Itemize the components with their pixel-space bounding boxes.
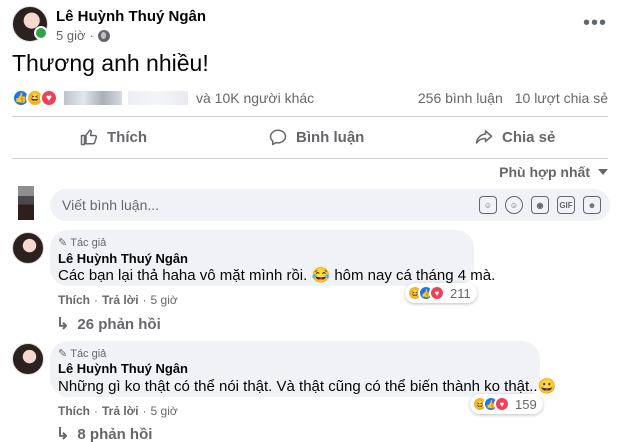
comment-text: Những gì ko thật có thể nói thật. Và thậ… xyxy=(58,378,557,395)
author-avatar[interactable] xyxy=(12,6,48,42)
comment-label: Bình luận xyxy=(296,128,365,146)
comment-input-placeholder: Viết bình luận... xyxy=(62,197,160,213)
more-options-button[interactable]: ••• xyxy=(583,12,607,35)
comment-input-tools: ☺ ☺ ◉ GIF ☻ xyxy=(479,196,601,214)
avatar-sticker-icon[interactable]: ☺ xyxy=(479,196,497,214)
post-meta: 5 giờ · xyxy=(56,28,110,43)
post-author-name[interactable]: Lê Huỳnh Thuý Ngân xyxy=(56,8,206,25)
comment-like-button[interactable]: Thích xyxy=(58,293,90,307)
blurred-name xyxy=(64,91,122,105)
post-text: Thương anh nhiều! xyxy=(12,50,209,76)
comment-button[interactable]: Bình luận xyxy=(268,124,364,150)
view-replies-button[interactable]: ↳ 26 phản hồi xyxy=(56,314,161,334)
comment-actions: Thích · Trả lời · 5 giờ xyxy=(58,404,178,418)
comment-time[interactable]: 5 giờ xyxy=(151,404,178,418)
love-reaction-icon: ♥ xyxy=(40,89,58,107)
camera-icon[interactable]: ◉ xyxy=(531,196,549,214)
comment-bubble-icon xyxy=(268,127,288,147)
comment-reply-button[interactable]: Trả lời xyxy=(102,404,139,418)
post-time[interactable]: 5 giờ xyxy=(56,28,86,43)
comments-count-link[interactable]: 256 bình luận xyxy=(418,90,503,106)
comment-reply-button[interactable]: Trả lời xyxy=(102,293,139,307)
emoji-icon[interactable]: ☺ xyxy=(505,196,523,214)
comment-text: Các bạn lại thả haha vô mặt mình rồi. 😂 … xyxy=(58,267,496,284)
comment-reactions[interactable]: 😆 👍 ♥ 159 xyxy=(470,394,543,414)
author-badge: ✎ Tác giả xyxy=(58,347,107,361)
gif-icon[interactable]: GIF xyxy=(557,196,575,214)
share-button[interactable]: Chia sẻ xyxy=(474,124,555,150)
globe-icon xyxy=(97,29,110,42)
replies-count: 8 phản hồi xyxy=(77,425,153,442)
comment-actions: Thích · Trả lời · 5 giờ xyxy=(58,293,178,307)
reply-arrow-icon: ↳ xyxy=(56,426,70,442)
divider xyxy=(12,116,608,117)
comment-author-avatar[interactable] xyxy=(12,343,44,375)
comment-sort-dropdown[interactable]: Phù hợp nhất xyxy=(499,164,608,180)
pencil-icon: ✎ xyxy=(58,237,68,249)
author-badge-label: Tác giả xyxy=(70,347,107,360)
reaction-summary[interactable]: 👍 😆 ♥ và 10K người khác xyxy=(12,88,314,108)
comment-time[interactable]: 5 giờ xyxy=(151,293,178,307)
like-button[interactable]: Thích xyxy=(79,124,147,150)
replies-count: 26 phản hồi xyxy=(77,315,161,333)
reply-arrow-icon: ↳ xyxy=(56,316,70,333)
love-reaction-icon: ♥ xyxy=(429,285,445,301)
blurred-name xyxy=(128,91,188,105)
comment-author-avatar[interactable] xyxy=(12,232,44,264)
comment-reaction-count: 211 xyxy=(450,285,471,301)
author-badge-label: Tác giả xyxy=(70,236,107,249)
dot-separator: · xyxy=(89,28,94,43)
comment-reaction-count: 159 xyxy=(515,396,537,412)
share-arrow-icon xyxy=(474,127,494,147)
comment-reactions[interactable]: 😆 👍 ♥ 211 xyxy=(405,283,477,303)
like-label: Thích xyxy=(107,128,147,146)
author-badge: ✎ Tác giả xyxy=(58,236,107,250)
comment-author-name[interactable]: Lê Huỳnh Thuý Ngân xyxy=(58,361,188,376)
comment-like-button[interactable]: Thích xyxy=(58,404,90,418)
pencil-icon: ✎ xyxy=(58,348,68,360)
thumbs-up-icon xyxy=(79,127,99,147)
current-user-avatar[interactable] xyxy=(18,186,34,220)
divider xyxy=(12,158,608,159)
shares-count-link[interactable]: 10 lượt chia sẻ xyxy=(515,90,608,106)
love-reaction-icon: ♥ xyxy=(494,396,510,412)
sticker-icon[interactable]: ☻ xyxy=(583,196,601,214)
comment-author-name[interactable]: Lê Huỳnh Thuý Ngân xyxy=(58,251,188,266)
share-label: Chia sẻ xyxy=(502,128,556,146)
caret-down-icon xyxy=(598,169,608,175)
view-replies-button[interactable]: ↳ 8 phản hồi xyxy=(56,424,152,442)
reactions-others-text: và 10K người khác xyxy=(196,90,315,106)
post-counts: 256 bình luận 10 lượt chia sẻ xyxy=(418,90,608,106)
sort-label: Phù hợp nhất xyxy=(499,164,590,180)
